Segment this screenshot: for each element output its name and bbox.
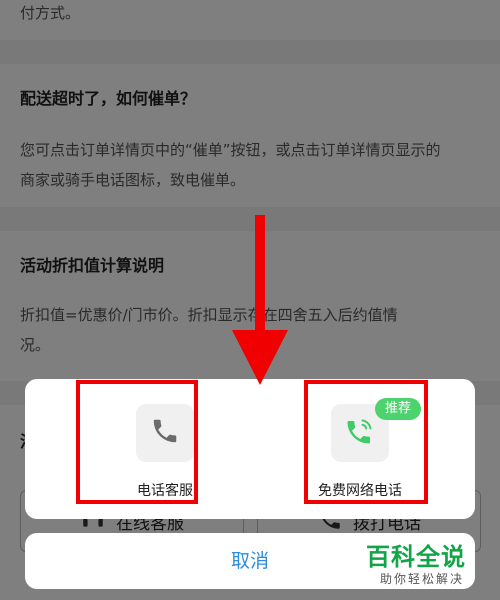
- watermark-subtitle: 助你轻松解决: [380, 572, 465, 586]
- down-arrow-icon: [232, 215, 288, 385]
- watermark: 百科全说 助你轻松解决: [366, 537, 496, 593]
- watermark-title: 百科全说: [366, 543, 466, 571]
